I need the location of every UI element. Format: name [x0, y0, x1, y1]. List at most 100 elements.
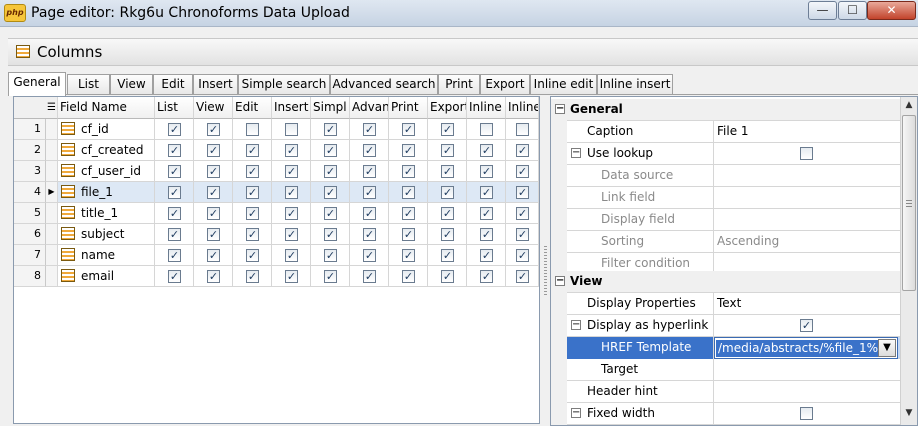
column-checkbox[interactable]: ✓: [285, 228, 298, 241]
column-checkbox[interactable]: ✓: [246, 207, 259, 220]
prop-fixed-width[interactable]: − Fixed width: [551, 403, 900, 425]
column-checkbox[interactable]: ✓: [246, 144, 259, 157]
column-checkbox[interactable]: ✓: [516, 207, 529, 220]
prop-display-properties[interactable]: Display Properties Text: [551, 293, 900, 315]
column-checkbox[interactable]: ✓: [168, 144, 181, 157]
column-checkbox[interactable]: ✓: [480, 186, 493, 199]
field-name-cell[interactable]: title_1: [58, 203, 155, 224]
display-field-value[interactable]: [714, 209, 900, 231]
field-name-cell[interactable]: cf_created: [58, 140, 155, 161]
sorting-value[interactable]: Ascending: [714, 231, 900, 253]
column-checkbox[interactable]: ✓: [246, 270, 259, 283]
column-checkbox[interactable]: ✓: [441, 165, 454, 178]
header-list[interactable]: List: [155, 97, 194, 119]
column-checkbox[interactable]: ✓: [402, 207, 415, 220]
column-checkbox[interactable]: ✓: [285, 165, 298, 178]
prop-sorting[interactable]: Sorting Ascending: [551, 231, 900, 253]
column-checkbox[interactable]: ✓: [207, 228, 220, 241]
row-number[interactable]: 4: [14, 182, 46, 203]
column-checkbox[interactable]: ✓: [168, 123, 181, 136]
properties-scrollbar[interactable]: ▲ ▼: [900, 97, 917, 425]
column-checkbox[interactable]: ✓: [441, 144, 454, 157]
column-checkbox[interactable]: ✓: [441, 228, 454, 241]
dropdown-arrow-icon[interactable]: ▼: [878, 339, 896, 357]
row-number[interactable]: 6: [14, 224, 46, 245]
column-checkbox[interactable]: ✓: [402, 186, 415, 199]
column-checkbox[interactable]: ✓: [516, 165, 529, 178]
row-number[interactable]: 2: [14, 140, 46, 161]
column-checkbox[interactable]: [246, 123, 259, 136]
column-checkbox[interactable]: ✓: [402, 144, 415, 157]
column-checkbox[interactable]: ✓: [402, 270, 415, 283]
field-name-cell[interactable]: file_1: [58, 182, 155, 203]
column-checkbox[interactable]: ✓: [324, 123, 337, 136]
column-checkbox[interactable]: ✓: [168, 165, 181, 178]
column-checkbox[interactable]: ✓: [324, 144, 337, 157]
column-checkbox[interactable]: ✓: [516, 228, 529, 241]
column-checkbox[interactable]: ✓: [363, 165, 376, 178]
column-checkbox[interactable]: ✓: [168, 207, 181, 220]
field-name-cell[interactable]: email: [58, 266, 155, 287]
header-inline-insert[interactable]: Inline: [506, 97, 539, 119]
column-checkbox[interactable]: ✓: [246, 228, 259, 241]
column-checkbox[interactable]: ✓: [324, 165, 337, 178]
column-checkbox[interactable]: ✓: [285, 186, 298, 199]
href-template-input[interactable]: /media/abstracts/%file_1% ▼: [714, 337, 898, 359]
tab-advanced-search[interactable]: Advanced search: [330, 74, 438, 95]
header-inline-edit[interactable]: Inline: [467, 97, 506, 119]
column-checkbox[interactable]: ✓: [168, 186, 181, 199]
tab-insert[interactable]: Insert: [193, 74, 238, 95]
column-checkbox[interactable]: ✓: [207, 207, 220, 220]
column-checkbox[interactable]: ✓: [207, 123, 220, 136]
column-checkbox[interactable]: ✓: [324, 270, 337, 283]
column-checkbox[interactable]: ✓: [363, 270, 376, 283]
close-button[interactable]: ✕: [867, 1, 916, 20]
column-checkbox[interactable]: ✓: [441, 207, 454, 220]
column-checkbox[interactable]: ✓: [168, 228, 181, 241]
column-checkbox[interactable]: ✓: [480, 270, 493, 283]
column-checkbox[interactable]: [285, 123, 298, 136]
row-number[interactable]: 1: [14, 119, 46, 140]
column-checkbox[interactable]: ✓: [324, 207, 337, 220]
column-checkbox[interactable]: ✓: [324, 228, 337, 241]
tab-edit[interactable]: Edit: [153, 74, 193, 95]
header-field-name[interactable]: Field Name: [58, 97, 155, 119]
prop-link-field[interactable]: Link field: [551, 187, 900, 209]
tab-print[interactable]: Print: [438, 74, 480, 95]
column-checkbox[interactable]: ✓: [363, 249, 376, 262]
prop-href-template[interactable]: HREF Template /media/abstracts/%file_1% …: [551, 337, 900, 359]
panel-splitter[interactable]: [543, 96, 548, 424]
column-checkbox[interactable]: ✓: [168, 249, 181, 262]
collapse-view-icon[interactable]: −: [555, 276, 565, 286]
row-number[interactable]: 8: [14, 266, 46, 287]
prop-caption[interactable]: Caption File 1: [551, 121, 900, 143]
column-checkbox[interactable]: ✓: [441, 249, 454, 262]
row-number[interactable]: 3: [14, 161, 46, 182]
column-checkbox[interactable]: ✓: [516, 249, 529, 262]
prop-data-source[interactable]: Data source: [551, 165, 900, 187]
row-number[interactable]: 7: [14, 245, 46, 266]
column-checkbox[interactable]: ✓: [363, 186, 376, 199]
column-checkbox[interactable]: ✓: [168, 270, 181, 283]
column-checkbox[interactable]: ✓: [402, 228, 415, 241]
column-checkbox[interactable]: ✓: [324, 186, 337, 199]
scrollbar-thumb[interactable]: [902, 115, 916, 291]
column-checkbox[interactable]: ✓: [207, 144, 220, 157]
column-checkbox[interactable]: ✓: [480, 165, 493, 178]
caption-value[interactable]: File 1: [714, 121, 900, 143]
column-checkbox[interactable]: ✓: [285, 207, 298, 220]
tab-export[interactable]: Export: [480, 74, 530, 95]
column-checkbox[interactable]: ✓: [402, 123, 415, 136]
column-checkbox[interactable]: ✓: [207, 249, 220, 262]
prop-use-lookup[interactable]: − Use lookup: [551, 143, 900, 165]
column-checkbox[interactable]: ✓: [207, 165, 220, 178]
column-checkbox[interactable]: ✓: [402, 249, 415, 262]
tab-list[interactable]: List: [67, 74, 110, 95]
column-checkbox[interactable]: ✓: [363, 144, 376, 157]
column-checkbox[interactable]: ✓: [441, 270, 454, 283]
header-edit[interactable]: Edit: [233, 97, 272, 119]
column-checkbox[interactable]: ✓: [363, 207, 376, 220]
prop-target[interactable]: Target: [551, 359, 900, 381]
header-hint-value[interactable]: [714, 381, 900, 403]
tab-general[interactable]: General: [8, 72, 66, 96]
